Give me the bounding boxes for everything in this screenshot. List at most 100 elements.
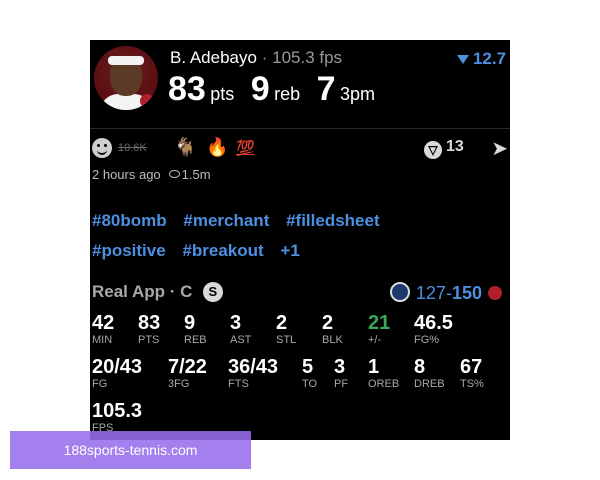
headline-pts-value: 83 <box>168 70 206 108</box>
stat-value: 83 <box>138 312 161 334</box>
stat-label: MIN <box>92 334 113 346</box>
stat-value: 105.3 <box>92 400 143 422</box>
stat-value: 8 <box>414 356 426 378</box>
headline-3pm-value: 7 <box>316 70 336 108</box>
stat-value: 67 <box>460 356 483 378</box>
more-hashtags-link[interactable]: +1 <box>280 241 299 260</box>
view-count: 1.5m <box>181 167 211 182</box>
stat-ts-pct: 67 TS% <box>460 356 484 390</box>
stat-label: PF <box>334 378 349 390</box>
add-reaction-smiley-icon[interactable] <box>92 138 112 158</box>
stat-value: 3 <box>334 356 346 378</box>
stat-value: 9 <box>184 312 196 334</box>
stat-label: PTS <box>138 334 160 346</box>
headline-pts-unit: pts <box>210 84 235 104</box>
vote-icon: ▽ <box>424 141 442 159</box>
goat-reaction-icon[interactable]: 🐐 <box>174 137 196 158</box>
stat-label: FTS <box>228 378 249 390</box>
stat-plus-minus: 21 +/- <box>368 312 390 346</box>
stat-fg-pct: 46.5 FG% <box>414 312 453 346</box>
hashtag-list: #80bomb #merchant #filledsheet #positive… <box>92 206 502 266</box>
stat-value: 36/43 <box>228 356 279 378</box>
title-separator: · <box>261 48 268 67</box>
divider <box>90 128 510 129</box>
stat-min: 42 MIN <box>92 312 114 346</box>
s-badge: S <box>202 282 223 302</box>
stat-label: TO <box>302 378 318 390</box>
stat-stl: 2 STL <box>276 312 296 346</box>
stat-value: 42 <box>92 312 115 334</box>
stat-pf: 3 PF <box>334 356 348 390</box>
stat-oreb: 1 OREB <box>368 356 399 390</box>
trend-arrow-icon <box>456 55 469 65</box>
hashtag[interactable]: #merchant <box>183 211 269 230</box>
post-meta: 2 hours ago 1.5m <box>92 167 211 182</box>
headline-3pm-unit: 3pm <box>339 84 375 104</box>
time-ago: 2 hours ago <box>92 167 161 182</box>
stat-fts: 36/43 FTS <box>228 356 278 390</box>
hashtag[interactable]: #positive <box>92 241 166 260</box>
stat-blk: 2 BLK <box>322 312 343 346</box>
stat-value: 20/43 <box>92 356 143 378</box>
wizards-logo-icon <box>389 282 410 302</box>
hashtag[interactable]: #80bomb <box>92 211 167 230</box>
stat-value: 3 <box>230 312 242 334</box>
vote-count: 13 <box>446 138 464 155</box>
box-score: 42 MIN 83 PTS 9 REB 3 AST 2 STL 2 BLK 21 +/- 46… <box>92 312 508 440</box>
stat-reb: 9 REB <box>184 312 207 346</box>
stat-label: AST <box>230 334 252 346</box>
stat-fps: 105.3 FPS <box>92 400 142 434</box>
stat-ast: 3 AST <box>230 312 251 346</box>
fire-reaction-icon[interactable]: 🔥 <box>206 137 228 158</box>
stat-value: 5 <box>302 356 314 378</box>
stat-label: TS% <box>460 378 484 390</box>
stat-value: 2 <box>322 312 334 334</box>
stat-label: +/- <box>368 334 382 346</box>
stat-value: 21 <box>368 312 391 334</box>
player-avatar[interactable] <box>94 46 158 110</box>
away-score: 127 <box>415 283 446 303</box>
player-post-card: B. Adebayo · 105.3 fps 12.7 83 pts 9 reb… <box>90 40 510 440</box>
trend-indicator: 12.7 <box>456 49 506 69</box>
trend-value: 12.7 <box>472 49 506 68</box>
stat-label: REB <box>184 334 207 346</box>
player-title[interactable]: B. Adebayo · 105.3 fps <box>170 48 342 68</box>
stat-3fg: 7/22 3FG <box>168 356 207 390</box>
player-name: B. Adebayo <box>170 48 257 67</box>
headline-reb-value: 9 <box>250 70 270 108</box>
hashtag[interactable]: #filledsheet <box>286 211 380 230</box>
stat-value: 7/22 <box>168 356 207 378</box>
player-fps: 105.3 fps <box>272 48 343 67</box>
stat-to: 5 TO <box>302 356 317 390</box>
game-line: Real App · C S 127-150 <box>92 282 508 306</box>
stat-label: BLK <box>322 334 343 346</box>
heat-logo-icon <box>488 286 502 300</box>
headline-reb-unit: reb <box>274 84 301 104</box>
stat-dreb: 8 DREB <box>414 356 445 390</box>
watermark-banner: 188sports-tennis.com <box>10 431 251 469</box>
avatar-headband <box>108 56 144 65</box>
stat-label: DREB <box>414 378 445 390</box>
stat-value: 1 <box>368 356 380 378</box>
reaction-count: 10.6K <box>118 142 147 154</box>
stat-label: 3FG <box>168 378 190 390</box>
stat-label: FG% <box>414 334 440 346</box>
team-logo-icon <box>140 94 154 108</box>
reaction-bar: 10.6K 🐐 🔥 💯 ▽ 13 ➤ <box>90 136 510 162</box>
stat-fg: 20/43 FG <box>92 356 142 390</box>
game-score[interactable]: 127-150 <box>389 282 502 304</box>
views-eye-icon <box>168 170 180 178</box>
send-icon[interactable]: ➤ <box>491 136 508 161</box>
stat-value: 2 <box>276 312 288 334</box>
vote-button[interactable]: ▽ 13 <box>424 138 464 159</box>
stat-pts: 83 PTS <box>138 312 160 346</box>
stat-value: 46.5 <box>414 312 453 334</box>
hashtag[interactable]: #breakout <box>182 241 263 260</box>
stat-row: 20/43 FG 7/22 3FG 36/43 FTS 5 TO 3 PF 1 OREB 8… <box>92 356 508 400</box>
stat-label: OREB <box>368 378 400 390</box>
stat-row: 42 MIN 83 PTS 9 REB 3 AST 2 STL 2 BLK 21 +/- 46… <box>92 312 508 356</box>
home-score: 150 <box>451 283 482 303</box>
headline-stats: 83 pts 9 reb 7 3pm <box>168 70 387 109</box>
game-app-label: Real App · C <box>92 282 193 301</box>
hundred-reaction-icon[interactable]: 💯 <box>236 139 255 157</box>
